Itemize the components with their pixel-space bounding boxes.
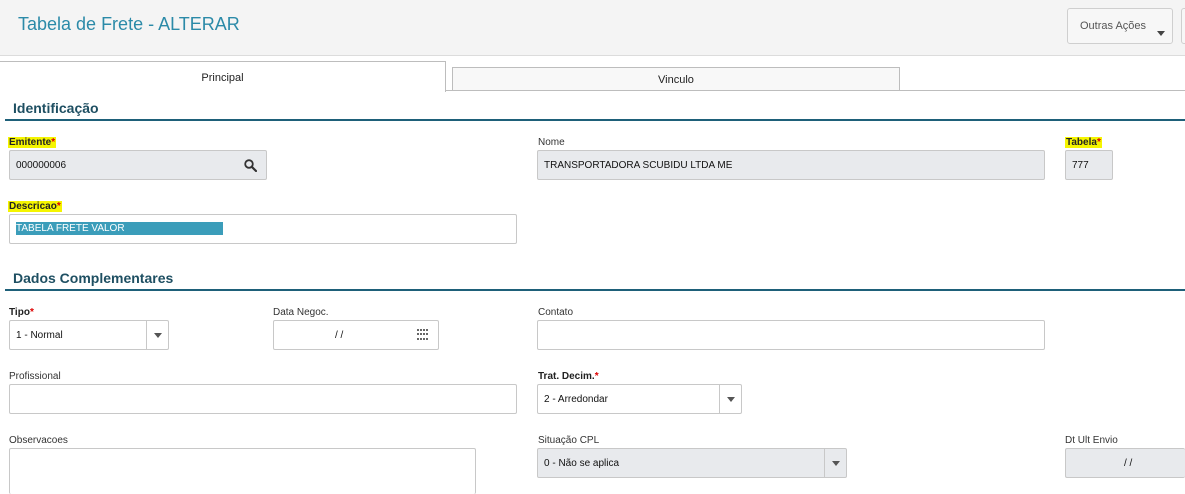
data-negoc-field[interactable]: / / <box>273 320 439 350</box>
emitente-field[interactable]: 000000006 <box>9 150 267 180</box>
chevron-down-icon <box>832 461 840 466</box>
data-negoc-label: Data Negoc. <box>273 307 329 318</box>
tipo-label-text: Tipo <box>9 307 30 318</box>
contato-label: Contato <box>538 307 574 318</box>
dt-ult-envio-label: Dt Ult Envio <box>1065 435 1118 446</box>
situacao-cpl-select[interactable]: 0 - Não se aplica <box>537 448 847 478</box>
tipo-select[interactable]: 1 - Normal <box>9 320 169 350</box>
section-divider <box>5 119 1185 121</box>
calendar-icon[interactable] <box>417 329 430 341</box>
dt-ult-envio-value: / / <box>1124 458 1133 469</box>
required-mark: * <box>29 307 34 318</box>
situacao-cpl-label: Situação CPL <box>538 435 600 446</box>
tabela-label: Tabela* <box>1065 137 1102 148</box>
tabela-value: 777 <box>1072 160 1089 171</box>
situacao-cpl-dropdown-button[interactable] <box>824 449 846 477</box>
observacoes-textarea[interactable] <box>9 448 476 494</box>
page-header: Tabela de Frete - ALTERAR Outras Ações <box>0 0 1185 56</box>
trat-decim-label: Trat. Decim.* <box>538 371 599 382</box>
tab-vinculo[interactable]: Vinculo <box>452 67 900 91</box>
outras-acoes-button[interactable]: Outras Ações <box>1067 8 1173 44</box>
tipo-value: 1 - Normal <box>16 330 63 341</box>
nome-label: Nome <box>538 137 565 148</box>
section-divider <box>5 289 1185 291</box>
descricao-label-text: Descricao <box>9 201 57 212</box>
required-mark: * <box>51 137 56 148</box>
page-title: Tabela de Frete - ALTERAR <box>18 14 240 34</box>
nome-value: TRANSPORTADORA SCUBIDU LTDA ME <box>544 160 733 171</box>
observacoes-label: Observacoes <box>9 435 68 446</box>
trat-decim-label-text: Trat. Decim. <box>538 371 595 382</box>
tipo-dropdown-button[interactable] <box>146 321 168 349</box>
required-mark: * <box>1096 137 1101 148</box>
tab-principal[interactable]: Principal <box>0 61 446 92</box>
data-negoc-value: / / <box>335 330 344 341</box>
dt-ult-envio-field: / / <box>1065 448 1185 478</box>
tabela-label-text: Tabela <box>1066 137 1097 148</box>
descricao-field[interactable]: TABELA FRETE VALOR <box>9 214 517 244</box>
contato-field[interactable] <box>537 320 1045 350</box>
descricao-value: TABELA FRETE VALOR <box>16 222 223 235</box>
profissional-label: Profissional <box>9 371 61 382</box>
chevron-down-icon <box>154 333 162 338</box>
descricao-label: Descricao* <box>8 201 62 212</box>
profissional-field[interactable] <box>9 384 517 414</box>
trat-decim-dropdown-button[interactable] <box>719 385 741 413</box>
required-mark: * <box>594 371 599 382</box>
emitente-label: Emitente* <box>8 137 57 148</box>
required-mark: * <box>56 201 61 212</box>
search-icon[interactable] <box>244 159 257 172</box>
tipo-label: Tipo* <box>9 307 34 318</box>
emitente-label-text: Emitente <box>9 137 52 148</box>
section-title-identificacao: Identificação <box>13 100 99 116</box>
section-title-dados-complementares: Dados Complementares <box>13 270 174 286</box>
chevron-down-icon <box>1157 31 1165 36</box>
outras-acoes-label: Outras Ações <box>1080 20 1147 32</box>
chevron-down-icon <box>727 397 735 402</box>
emitente-value: 000000006 <box>16 160 67 171</box>
tabela-field: 777 <box>1065 150 1113 180</box>
situacao-cpl-value: 0 - Não se aplica <box>544 458 620 469</box>
trat-decim-value: 2 - Arredondar <box>544 394 608 405</box>
nome-field: TRANSPORTADORA SCUBIDU LTDA ME <box>537 150 1045 180</box>
trat-decim-select[interactable]: 2 - Arredondar <box>537 384 742 414</box>
extra-action-button[interactable] <box>1181 8 1185 44</box>
